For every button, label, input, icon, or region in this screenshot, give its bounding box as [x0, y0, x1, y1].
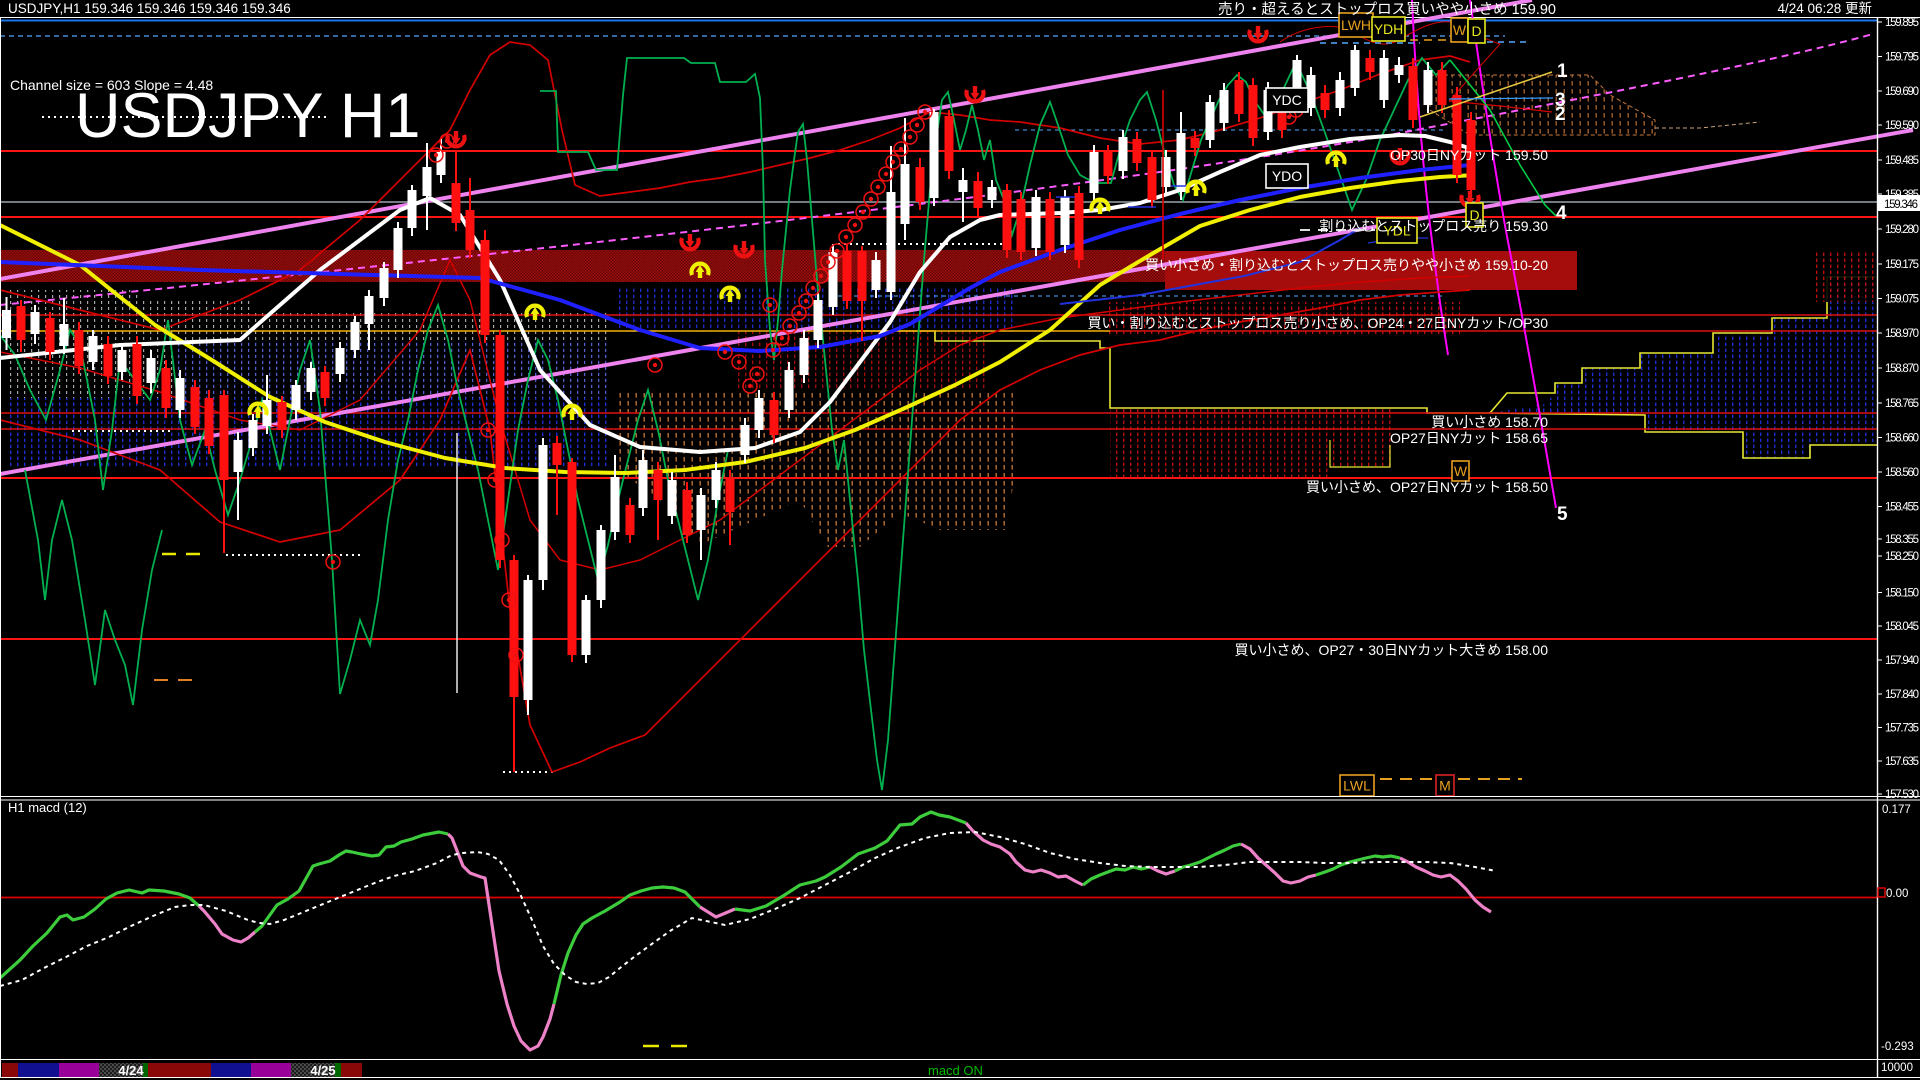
svg-text:158.560: 158.560: [1885, 467, 1919, 479]
svg-text:M: M: [1439, 778, 1451, 794]
svg-text:買い小さめ 158.70: 買い小さめ 158.70: [1431, 414, 1548, 430]
svg-text:158.765: 158.765: [1885, 398, 1919, 410]
svg-text:USDJPY,H1 159.346 159.346 159: USDJPY,H1 159.346 159.346 159.346 159.34…: [8, 1, 291, 16]
svg-text:158.870: 158.870: [1885, 363, 1919, 375]
svg-text:158.250: 158.250: [1885, 551, 1919, 563]
svg-text:LWL: LWL: [1343, 778, 1371, 794]
svg-text:D: D: [1471, 23, 1481, 39]
svg-text:YDO: YDO: [1272, 168, 1302, 184]
svg-text:158.660: 158.660: [1885, 433, 1919, 445]
svg-text:買い小さめ、OP27・30日NYカット大きめ 158.00: 買い小さめ、OP27・30日NYカット大きめ 158.00: [1234, 642, 1548, 658]
svg-text:YDH: YDH: [1374, 21, 1404, 37]
svg-text:159.690: 159.690: [1885, 86, 1919, 98]
svg-text:4/24 06:28 更新: 4/24 06:28 更新: [1777, 1, 1872, 16]
svg-text:macd ON: macd ON: [928, 1063, 983, 1078]
svg-text:159.795: 159.795: [1885, 52, 1919, 64]
svg-text:0.00: 0.00: [1886, 888, 1908, 900]
svg-text:157.735: 157.735: [1885, 723, 1919, 735]
svg-text:5: 5: [1557, 504, 1568, 525]
svg-text:買い・割り込むとストップロス売り小さめ、OP24・27日NY: 買い・割り込むとストップロス売り小さめ、OP24・27日NYカット/OP30: [1087, 315, 1548, 331]
svg-text:10000: 10000: [1881, 1062, 1913, 1074]
svg-text:2: 2: [1555, 104, 1566, 125]
svg-text:158.455: 158.455: [1885, 502, 1919, 514]
svg-text:159.075: 159.075: [1885, 294, 1919, 306]
svg-text:YDC: YDC: [1272, 92, 1302, 108]
svg-text:-0.293: -0.293: [1881, 1041, 1914, 1053]
svg-text:USDJPY H1: USDJPY H1: [75, 81, 420, 151]
svg-text:159.280: 159.280: [1885, 224, 1919, 236]
svg-text:OP27日NYカット 158.65: OP27日NYカット 158.65: [1390, 430, 1548, 446]
svg-text:159.346: 159.346: [1884, 199, 1918, 211]
svg-text:157.635: 157.635: [1885, 756, 1919, 768]
svg-text:158.355: 158.355: [1885, 534, 1919, 546]
svg-text:157.940: 157.940: [1885, 655, 1919, 667]
svg-text:W: W: [1454, 463, 1468, 479]
svg-text:158.970: 158.970: [1885, 328, 1919, 340]
svg-text:買い小さめ、OP27日NYカット 158.50: 買い小さめ、OP27日NYカット 158.50: [1306, 479, 1548, 495]
svg-text:159.485: 159.485: [1885, 155, 1919, 167]
svg-text:W: W: [1453, 22, 1467, 38]
svg-text:買い小さめ・割り込むとストップロス売りやや小さめ 159.1: 買い小さめ・割り込むとストップロス売りやや小さめ 159.10-20: [1145, 257, 1548, 273]
svg-text:159.895: 159.895: [1885, 17, 1919, 29]
svg-text:157.530: 157.530: [1885, 789, 1919, 801]
svg-text:H1 macd (12): H1 macd (12): [8, 800, 87, 815]
svg-text:158.150: 158.150: [1885, 588, 1919, 600]
svg-text:157.840: 157.840: [1885, 689, 1919, 701]
svg-text:売り・超えるとストップロス買いやや小さめ 159.90: 売り・超えるとストップロス買いやや小さめ 159.90: [1218, 1, 1556, 18]
svg-text:4/24: 4/24: [118, 1063, 144, 1078]
svg-text:割り込むとストップロス売り 159.30: 割り込むとストップロス売り 159.30: [1319, 218, 1548, 234]
svg-text:1: 1: [1557, 61, 1568, 82]
svg-text:0.177: 0.177: [1882, 804, 1911, 816]
svg-text:4/25: 4/25: [310, 1063, 335, 1078]
svg-text:LWH: LWH: [1341, 17, 1371, 33]
svg-text:158.045: 158.045: [1885, 621, 1919, 633]
svg-text:159.590: 159.590: [1885, 120, 1919, 132]
svg-text:4: 4: [1556, 203, 1567, 224]
svg-text:159.175: 159.175: [1885, 259, 1919, 271]
svg-text:OP30日NYカット 159.50: OP30日NYカット 159.50: [1390, 147, 1548, 163]
